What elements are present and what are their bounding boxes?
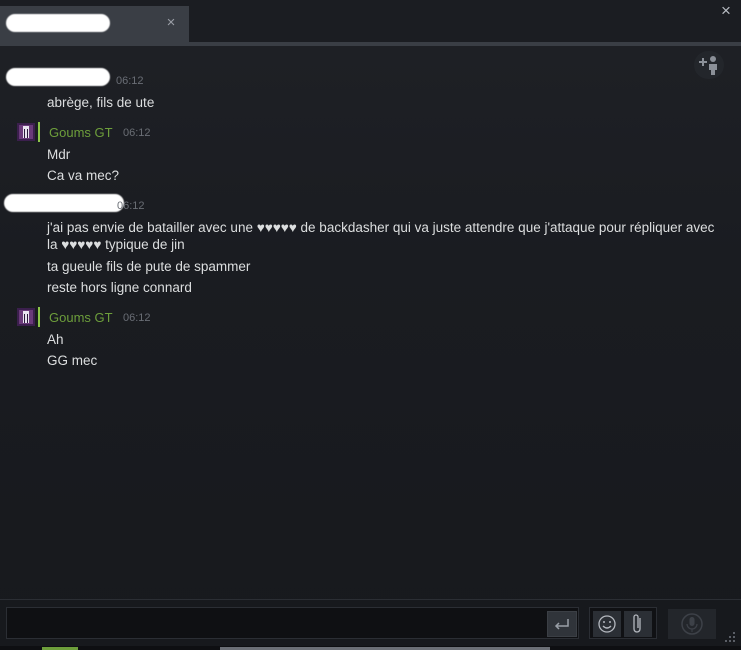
taskbar-strip [0, 646, 741, 650]
voice-button[interactable] [668, 609, 716, 639]
message-text: ta gueule fils de pute de spammer [47, 259, 251, 274]
message-text: reste hors ligne connard [47, 280, 192, 295]
avatar [17, 308, 35, 326]
send-button[interactable] [547, 611, 577, 637]
message-text: Ca va mec? [47, 168, 120, 183]
sender-name[interactable]: Goums GT [49, 125, 113, 140]
attach-button[interactable] [624, 611, 652, 637]
smiley-icon [598, 615, 616, 633]
enter-icon [554, 619, 569, 630]
timestamp: 06:12 [117, 200, 145, 212]
tab-close-icon[interactable]: × [164, 15, 178, 30]
timestamp: 06:12 [123, 127, 151, 139]
resize-grip-icon[interactable] [725, 630, 737, 644]
message-text: Ah [47, 332, 64, 347]
avatar [17, 123, 35, 141]
window-close-icon[interactable]: × [718, 2, 734, 19]
emoji-button[interactable] [593, 611, 621, 637]
avatar-status-bar [38, 122, 40, 142]
timestamp: 06:12 [116, 75, 144, 87]
message-text: abrège, fils de ute [47, 95, 155, 110]
redaction-mark [6, 14, 110, 32]
timestamp: 06:12 [123, 312, 151, 324]
chat-window: × × 06:12 abrège, fils de ute Goums GT 0… [0, 0, 741, 650]
avatar-status-bar [38, 307, 40, 327]
message-text: j'ai pas envie de batailler avec une ♥♥♥… [47, 220, 715, 252]
paperclip-icon [633, 614, 641, 633]
microphone-icon [681, 613, 703, 635]
message-input[interactable] [6, 607, 579, 639]
redaction-mark [4, 194, 124, 212]
redaction-mark [6, 68, 110, 86]
add-friend-icon [699, 56, 717, 75]
add-friend-button[interactable] [694, 51, 724, 79]
sender-name[interactable]: Goums GT [49, 310, 113, 325]
chat-tab[interactable]: × [0, 6, 189, 42]
message-text: GG mec [47, 353, 98, 368]
tab-divider [0, 42, 741, 46]
message-text: Mdr [47, 147, 71, 162]
